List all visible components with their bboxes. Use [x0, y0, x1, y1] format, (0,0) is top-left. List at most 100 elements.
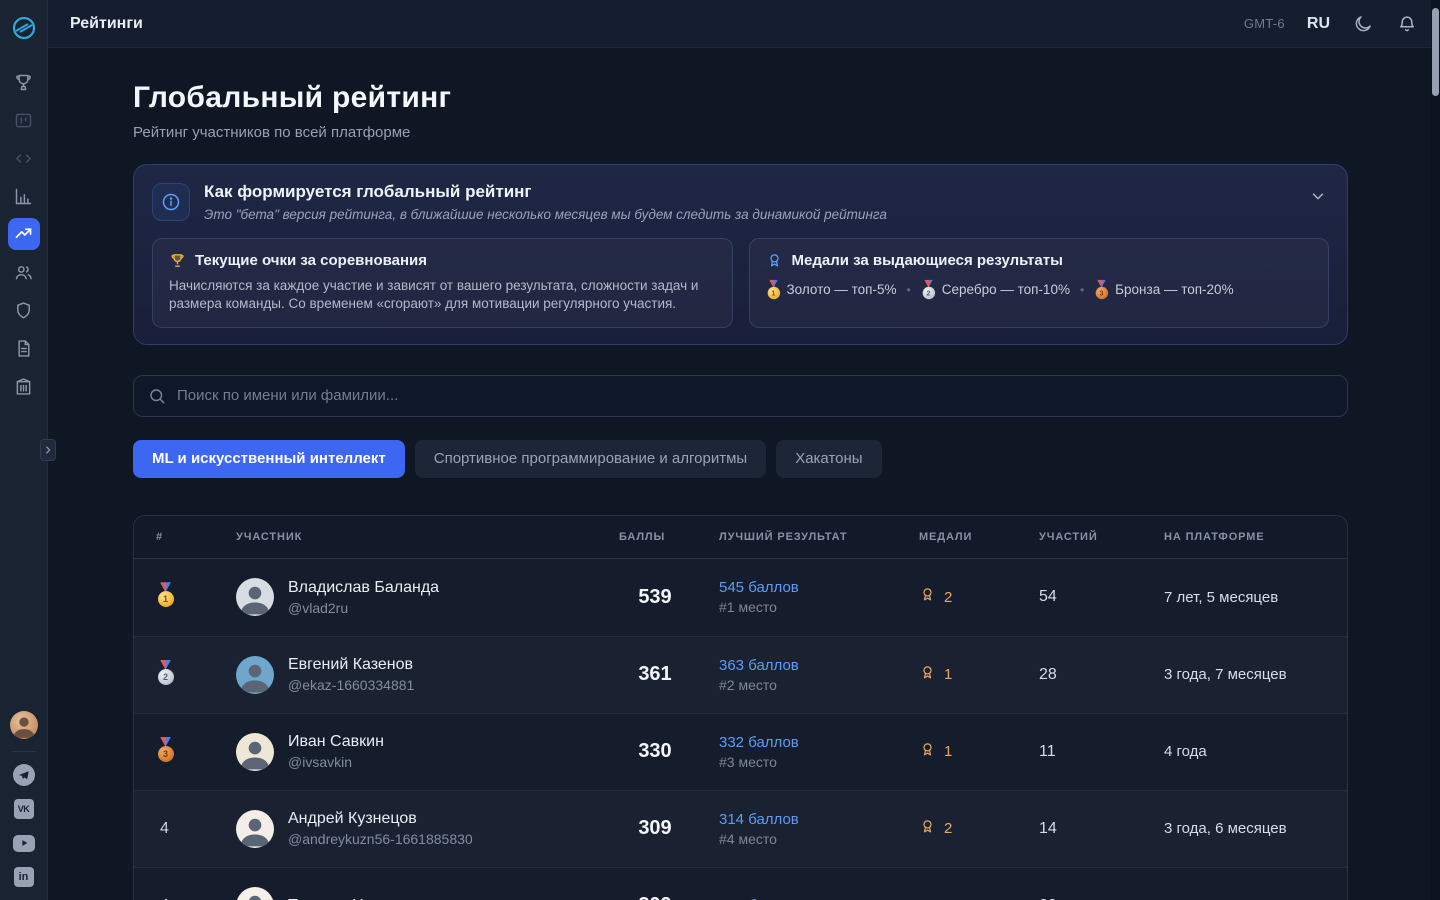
points-card-body: Начисляются за каждое участие и зависят …	[169, 277, 716, 314]
award-icon	[919, 664, 936, 686]
telegram-icon[interactable]	[13, 764, 35, 786]
collapse-banner-button[interactable]	[1309, 187, 1329, 207]
topbar-title: Рейтинги	[70, 15, 143, 33]
legend-separator: •	[1080, 283, 1084, 297]
trending-up-icon	[13, 224, 34, 245]
vk-icon[interactable]: VK	[13, 798, 35, 820]
search-input[interactable]	[177, 387, 1333, 404]
participant-name: Владислав Баланда	[288, 579, 439, 597]
tab-0[interactable]: ML и искусственный интеллект	[133, 440, 405, 478]
participant-cell: Иван Савкин@ivsavkin	[236, 733, 609, 771]
on-platform-value: 4 года	[1164, 743, 1325, 760]
code-icon	[13, 148, 34, 169]
best-score-link[interactable]: 545 баллов	[719, 579, 909, 596]
sidebar-item-code[interactable]	[8, 142, 40, 174]
sidebar-item-documents[interactable]	[8, 332, 40, 364]
medal-gold-icon: 1	[766, 280, 781, 300]
sidebar-item-organizations[interactable]	[8, 370, 40, 402]
tab-1[interactable]: Спортивное программирование и алгоритмы	[415, 440, 766, 478]
best-score-link[interactable]: 363 баллов	[719, 657, 909, 674]
sidebar-item-analytics[interactable]	[8, 180, 40, 212]
sidebar-item-rating[interactable]	[8, 218, 40, 250]
theme-toggle-button[interactable]	[1352, 13, 1374, 35]
award-icon	[919, 586, 936, 608]
topbar: Рейтинги GMT-6 RU	[48, 0, 1440, 48]
points-value: 361	[619, 663, 691, 686]
participant-avatar	[236, 810, 274, 848]
user-avatar[interactable]	[10, 711, 38, 739]
participant-cell: Татьяна Некрасова	[236, 887, 609, 900]
table-body: 1Владислав Баланда@vlad2ru539545 баллов#…	[134, 559, 1347, 900]
best-score-link[interactable]: 332 баллов	[719, 734, 909, 751]
legend-label-gold: Золото — топ-5%	[787, 282, 897, 297]
participant-cell: Евгений Казенов@ekaz-1660334881	[236, 656, 609, 694]
app-logo-icon[interactable]	[11, 15, 37, 41]
medal-bronze-icon: 3	[1094, 280, 1109, 300]
sidebar-expand-button[interactable]	[40, 439, 56, 461]
participations-value: 11	[1039, 743, 1154, 761]
column-header-5: УЧАСТИЙ	[1039, 531, 1154, 543]
participant-name: Иван Савкин	[288, 733, 384, 751]
page-scrollbar	[1431, 0, 1440, 900]
table-row[interactable]: 4Андрей Кузнецов@andreykuzn56-1661885830…	[134, 790, 1347, 867]
youtube-icon[interactable]	[13, 832, 35, 854]
award-icon	[919, 741, 936, 763]
rank-medal-bronze: 3	[156, 737, 175, 762]
on-platform-value: 3 года, 6 месяцев	[1164, 820, 1325, 837]
medals-card-title: Медали за выдающиеся результаты	[792, 252, 1063, 269]
sidebar-item-community[interactable]	[8, 256, 40, 288]
rank-cell: 3	[156, 737, 226, 767]
language-switcher[interactable]: RU	[1307, 15, 1330, 33]
rank-medal-gold: 1	[156, 582, 175, 607]
bar-chart-icon	[13, 186, 34, 207]
sidebar-item-projects[interactable]	[8, 104, 40, 136]
sidebar-item-security[interactable]	[8, 294, 40, 326]
table-row[interactable]: 3Иван Савкин@ivsavkin330332 баллов#3 мес…	[134, 713, 1347, 790]
info-banner-title: Как формируется глобальный рейтинг	[204, 182, 887, 202]
chevron-down-icon	[1309, 187, 1327, 205]
medals-cell: 2	[919, 818, 1029, 840]
points-card-title-row: Текущие очки за соревнования	[169, 252, 716, 269]
table-row[interactable]: 2 Евгений Казенов@ekaz-1660334881 361 363 б…	[134, 636, 1347, 713]
building-icon	[13, 376, 34, 397]
timezone-label: GMT-6	[1244, 16, 1285, 31]
rank-medal-silver: 2	[156, 660, 175, 685]
on-platform-value: 7 лет, 5 месяцев	[1164, 589, 1325, 606]
linkedin-icon[interactable]: in	[13, 866, 35, 888]
legend-separator: •	[907, 283, 911, 297]
participant-handle: @ekaz-1660334881	[288, 677, 414, 693]
medal-disc: 1	[767, 287, 779, 299]
best-result-cell: 545 баллов#1 место	[719, 579, 909, 615]
sidebar-nav	[8, 66, 40, 402]
medal-ribbon-icon	[766, 252, 783, 269]
info-banner-subtitle: Это "бета" версия рейтинга, в ближайшие …	[204, 207, 887, 222]
points-value: 309	[619, 817, 691, 840]
table-row[interactable]: 4Татьяна Некрасова309309 баллов—204 года…	[134, 867, 1347, 900]
medals-info-card: Медали за выдающиеся результаты 1 Золото …	[749, 238, 1330, 328]
medals-card-title-row: Медали за выдающиеся результаты	[766, 252, 1313, 269]
tab-2[interactable]: Хакатоны	[776, 440, 881, 478]
points-value: 309	[619, 894, 691, 900]
info-banner: Как формируется глобальный рейтинг Это "…	[133, 164, 1348, 345]
points-card-title: Текущие очки за соревнования	[195, 252, 427, 269]
participant-cell: Владислав Баланда@vlad2ru	[236, 578, 609, 616]
medals-cell: 1	[919, 664, 1029, 686]
table-row[interactable]: 1Владислав Баланда@vlad2ru539545 баллов#…	[134, 559, 1347, 636]
chevron-right-icon	[43, 445, 53, 455]
medal-disc: 2	[922, 287, 934, 299]
notifications-button[interactable]	[1396, 13, 1418, 35]
scrollbar-thumb[interactable]	[1432, 8, 1439, 96]
medals-count: 2	[944, 820, 952, 837]
medal-silver-icon: 2	[921, 280, 936, 300]
column-header-2: БАЛЛЫ	[619, 531, 709, 543]
participations-value: 54	[1039, 588, 1154, 606]
column-header-0: #	[156, 531, 226, 543]
best-score-link[interactable]: 314 баллов	[719, 811, 909, 828]
participant-meta: Владислав Баланда@vlad2ru	[288, 579, 439, 616]
sidebar-item-competitions[interactable]	[8, 66, 40, 98]
page-subtitle: Рейтинг участников по всей платформе	[133, 124, 1348, 141]
medal-disc: 2	[158, 669, 174, 685]
participant-meta: Иван Савкин@ivsavkin	[288, 733, 384, 770]
rank-number: 4	[156, 820, 169, 837]
column-header-3: ЛУЧШИЙ РЕЗУЛЬТАТ	[719, 531, 909, 543]
